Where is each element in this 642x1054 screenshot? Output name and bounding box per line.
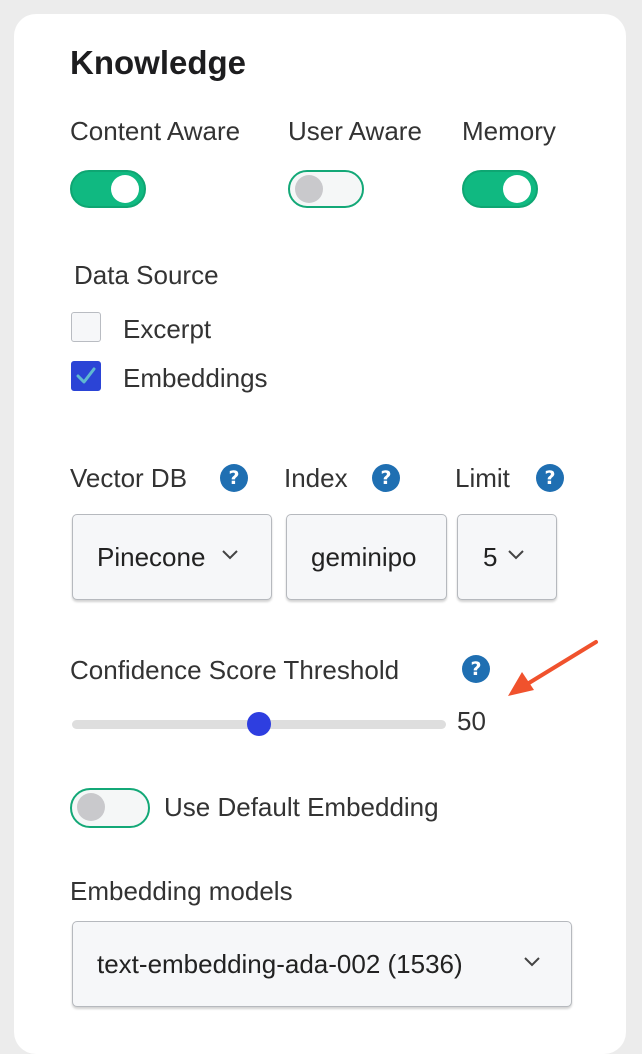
chevron-down-icon xyxy=(524,957,540,967)
index-select[interactable]: geminipo xyxy=(286,514,447,600)
annotation-arrow-icon xyxy=(508,640,598,696)
toggle-knob xyxy=(295,175,323,203)
content-aware-toggle[interactable] xyxy=(70,170,146,208)
toggle-knob xyxy=(111,175,139,203)
chevron-down-icon xyxy=(508,550,524,560)
embeddings-label: Embeddings xyxy=(123,363,268,393)
confidence-label: Confidence Score Threshold xyxy=(70,655,400,685)
vector-db-help-icon[interactable]: ? xyxy=(220,464,248,492)
data-source-label: Data Source xyxy=(74,260,219,290)
vector-db-label: Vector DB xyxy=(70,463,188,493)
embedding-models-select[interactable]: text-embedding-ada-002 (1536) xyxy=(72,921,572,1007)
vector-db-select[interactable]: Pinecone xyxy=(72,514,272,600)
user-aware-toggle[interactable] xyxy=(288,170,364,208)
index-label: Index xyxy=(284,463,348,493)
user-aware-label: User Aware xyxy=(288,116,422,146)
excerpt-label: Excerpt xyxy=(123,314,212,344)
use-default-embedding-toggle[interactable] xyxy=(70,788,150,828)
confidence-value: 50 xyxy=(457,706,486,736)
checkmark-icon xyxy=(76,367,96,384)
toggle-knob xyxy=(77,793,105,821)
memory-toggle[interactable] xyxy=(462,170,538,208)
chevron-down-icon xyxy=(222,550,238,560)
section-title: Knowledge xyxy=(70,44,247,81)
embedding-models-label: Embedding models xyxy=(70,876,293,906)
content-aware-label: Content Aware xyxy=(70,116,241,146)
excerpt-checkbox[interactable] xyxy=(71,312,101,342)
limit-label: Limit xyxy=(455,463,510,493)
limit-help-icon[interactable]: ? xyxy=(536,464,564,492)
use-default-embedding-label: Use Default Embedding xyxy=(164,792,439,822)
confidence-slider-thumb[interactable] xyxy=(247,712,271,736)
toggle-knob xyxy=(503,175,531,203)
embedding-models-value: text-embedding-ada-002 (1536) xyxy=(97,949,463,979)
limit-value: 5 xyxy=(483,542,498,572)
limit-select[interactable]: 5 xyxy=(457,514,557,600)
index-value: geminipo xyxy=(311,542,417,572)
index-help-icon[interactable]: ? xyxy=(372,464,400,492)
embeddings-checkbox[interactable] xyxy=(71,361,101,391)
memory-label: Memory xyxy=(462,116,556,146)
confidence-help-icon[interactable]: ? xyxy=(462,655,490,683)
vector-db-value: Pinecone xyxy=(97,542,206,572)
